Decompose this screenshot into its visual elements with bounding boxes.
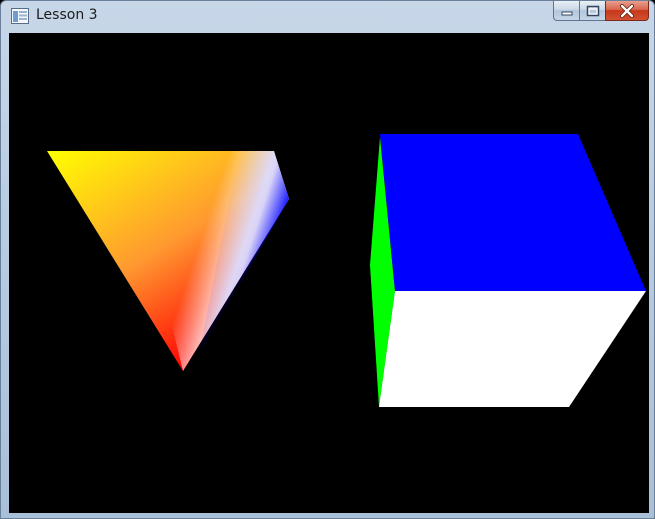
maximize-icon <box>586 5 599 16</box>
rotating-cube <box>370 134 646 407</box>
cube-front-face <box>379 291 646 407</box>
window-title: Lesson 3 <box>36 7 98 23</box>
title-bar[interactable]: Lesson 3 <box>1 1 654 33</box>
app-window-icon[interactable] <box>11 8 29 24</box>
minimize-button[interactable] <box>553 1 579 21</box>
cube-top-face <box>380 134 646 291</box>
rotating-triangle <box>47 151 289 371</box>
minimize-icon <box>561 11 572 15</box>
app-window: Lesson 3 <box>0 0 655 519</box>
opengl-viewport[interactable] <box>9 33 649 513</box>
scene-canvas <box>47 134 646 407</box>
close-button[interactable] <box>605 1 649 21</box>
close-icon <box>620 3 634 18</box>
caption-buttons <box>553 1 649 22</box>
maximize-button[interactable] <box>579 1 605 21</box>
